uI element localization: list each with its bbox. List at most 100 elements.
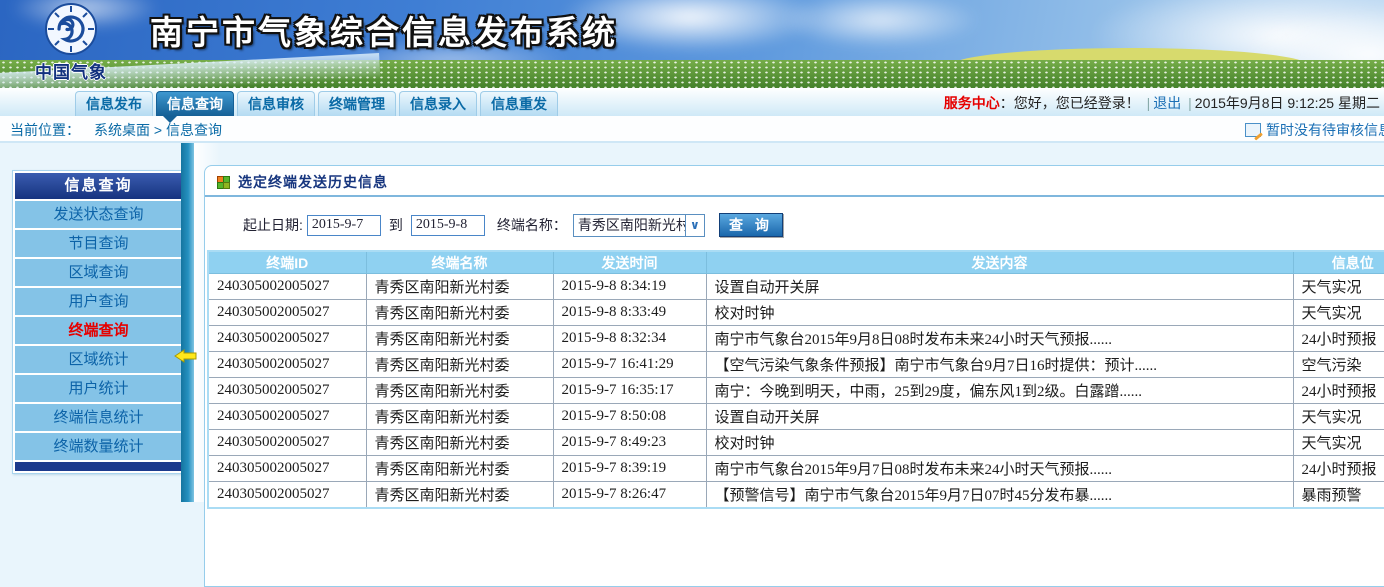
table-column-header: 终端名称	[366, 251, 553, 274]
logo-text: 中国气象	[28, 58, 114, 83]
table-cell: 天气实况	[1293, 274, 1384, 300]
table-cell: 天气实况	[1293, 404, 1384, 430]
table-row: 240305002005027青秀区南阳新光村委2015-9-7 16:35:1…	[208, 378, 1384, 404]
table-cell: 青秀区南阳新光村委	[366, 352, 553, 378]
table-cell: 2015-9-7 16:41:29	[553, 352, 706, 378]
nav-bar: 信息发布信息查询信息审核终端管理信息录入信息重发 服务中心：您好，您已经登录！ …	[0, 88, 1384, 116]
table-cell: 2015-9-7 8:49:23	[553, 430, 706, 456]
terminal-select-value: 青秀区南阳新光村委	[574, 215, 685, 235]
table-cell: 240305002005027	[208, 300, 366, 326]
sidebar-item[interactable]: 用户查询	[15, 288, 182, 315]
sidebar-item[interactable]: 终端查询	[15, 317, 182, 344]
table-cell: 2015-9-7 8:26:47	[553, 482, 706, 509]
collapse-sidebar-arrow-icon[interactable]	[174, 349, 200, 363]
service-center-label: 服务中心	[944, 95, 1000, 111]
breadcrumb-row: 当前位置： 系统桌面 > 信息查询 暂时没有待审核信息	[0, 116, 1384, 143]
table-cell: 240305002005027	[208, 352, 366, 378]
table-cell: 240305002005027	[208, 274, 366, 300]
terminal-name-label: 终端名称：	[497, 215, 567, 235]
to-label: 到	[389, 215, 403, 235]
nav-tab[interactable]: 信息重发	[480, 91, 558, 116]
table-cell: 青秀区南阳新光村委	[366, 378, 553, 404]
table-header-row: 终端ID终端名称发送时间发送内容信息位	[208, 251, 1384, 274]
main-area: 信息查询 发送状态查询节目查询区域查询用户查询终端查询区域统计用户统计终端信息统…	[0, 143, 1384, 502]
sidebar: 信息查询 发送状态查询节目查询区域查询用户查询终端查询区域统计用户统计终端信息统…	[12, 170, 185, 474]
audit-notice-text: 暂时没有待审核信息	[1266, 120, 1384, 140]
table-cell: 【空气污染气象条件预报】南宁市气象台9月7日16时提供：预计......	[706, 352, 1293, 378]
date-range-label: 起止日期:	[243, 215, 303, 235]
query-button[interactable]: 查 询	[719, 213, 783, 237]
user-info: 服务中心：您好，您已经登录！ |退出 |2015年9月8日 9:12:25 星期…	[944, 93, 1380, 113]
nav-tab[interactable]: 终端管理	[318, 91, 396, 116]
table-cell: 青秀区南阳新光村委	[366, 274, 553, 300]
table-cell: 空气污染	[1293, 352, 1384, 378]
nav-tabs: 信息发布信息查询信息审核终端管理信息录入信息重发	[75, 91, 558, 116]
table-cell: 青秀区南阳新光村委	[366, 430, 553, 456]
table-row: 240305002005027青秀区南阳新光村委2015-9-7 8:26:47…	[208, 482, 1384, 509]
table-cell: 校对时钟	[706, 300, 1293, 326]
nav-tab[interactable]: 信息查询	[156, 91, 234, 116]
table-cell: 2015-9-8 8:34:19	[553, 274, 706, 300]
separator: |	[1144, 95, 1154, 111]
audit-notice[interactable]: 暂时没有待审核信息	[1245, 120, 1384, 140]
sidebar-divider	[181, 143, 194, 502]
date-to-input[interactable]	[411, 215, 485, 236]
date-from-input[interactable]	[307, 215, 381, 236]
table-cell: 240305002005027	[208, 378, 366, 404]
system-title: 南宁市气象综合信息发布系统	[150, 6, 618, 54]
greeting-text: ：您好，您已经登录！	[1000, 95, 1140, 111]
table-cell: 青秀区南阳新光村委	[366, 326, 553, 352]
separator: |	[1185, 95, 1195, 111]
sidebar-item[interactable]: 用户统计	[15, 375, 182, 402]
sidebar-item[interactable]: 发送状态查询	[15, 201, 182, 228]
terminal-select[interactable]: 青秀区南阳新光村委 ∨	[573, 214, 705, 237]
cma-logo-icon	[42, 2, 100, 58]
table-cell: 南宁：今晚到明天，中雨，25到29度，偏东风1到2级。白露蹭......	[706, 378, 1293, 404]
sidebar-item[interactable]: 终端信息统计	[15, 404, 182, 431]
sidebar-item[interactable]: 区域统计	[15, 346, 182, 373]
query-form: 起止日期: 到 终端名称： 青秀区南阳新光村委 ∨ 查 询	[243, 213, 1384, 237]
table-row: 240305002005027青秀区南阳新光村委2015-9-7 16:41:2…	[208, 352, 1384, 378]
nav-tab[interactable]: 信息录入	[399, 91, 477, 116]
table-column-header: 信息位	[1293, 251, 1384, 274]
nav-tab[interactable]: 信息审核	[237, 91, 315, 116]
table-column-header: 终端ID	[208, 251, 366, 274]
table-cell: 设置自动开关屏	[706, 274, 1293, 300]
table-cell: 240305002005027	[208, 430, 366, 456]
table-cell: 2015-9-8 8:32:34	[553, 326, 706, 352]
table-cell: 青秀区南阳新光村委	[366, 456, 553, 482]
chevron-down-icon: ∨	[685, 215, 704, 236]
table-cell: 2015-9-7 8:50:08	[553, 404, 706, 430]
content-panel: 选定终端发送历史信息 起止日期: 到 终端名称： 青秀区南阳新光村委 ∨ 查 询…	[204, 165, 1384, 587]
logout-link[interactable]: 退出	[1153, 95, 1181, 111]
sidebar-item[interactable]: 节目查询	[15, 230, 182, 257]
sidebar-items: 发送状态查询节目查询区域查询用户查询终端查询区域统计用户统计终端信息统计终端数量…	[15, 201, 182, 460]
table-cell: 24小时预报	[1293, 378, 1384, 404]
table-cell: 设置自动开关屏	[706, 404, 1293, 430]
sidebar-item[interactable]: 终端数量统计	[15, 433, 182, 460]
table-row: 240305002005027青秀区南阳新光村委2015-9-7 8:50:08…	[208, 404, 1384, 430]
breadcrumb: 当前位置： 系统桌面 > 信息查询	[10, 120, 222, 140]
table-cell: 暴雨预警	[1293, 482, 1384, 509]
table-cell: 2015-9-7 8:39:19	[553, 456, 706, 482]
table-cell: 24小时预报	[1293, 326, 1384, 352]
cloud-decoration	[780, 0, 980, 48]
table-cell: 240305002005027	[208, 326, 366, 352]
sidebar-title: 信息查询	[15, 173, 182, 199]
table-row: 240305002005027青秀区南阳新光村委2015-9-8 8:32:34…	[208, 326, 1384, 352]
table-cell: 240305002005027	[208, 404, 366, 430]
table-cell: 南宁市气象台2015年9月8日08时发布未来24小时天气预报......	[706, 326, 1293, 352]
location-label: 当前位置：	[10, 122, 80, 138]
table-row: 240305002005027青秀区南阳新光村委2015-9-7 8:49:23…	[208, 430, 1384, 456]
nav-tab[interactable]: 信息发布	[75, 91, 153, 116]
table-column-header: 发送时间	[553, 251, 706, 274]
table-cell: 天气实况	[1293, 300, 1384, 326]
sidebar-item[interactable]: 区域查询	[15, 259, 182, 286]
breadcrumb-path[interactable]: 系统桌面 > 信息查询	[94, 122, 222, 138]
history-table: 终端ID终端名称发送时间发送内容信息位 240305002005027青秀区南阳…	[207, 250, 1384, 509]
table-cell: 240305002005027	[208, 482, 366, 509]
banner: 中国气象 南宁市气象综合信息发布系统	[0, 0, 1384, 88]
table-cell: 240305002005027	[208, 456, 366, 482]
table-row: 240305002005027青秀区南阳新光村委2015-9-7 8:39:19…	[208, 456, 1384, 482]
table-cell: 2015-9-8 8:33:49	[553, 300, 706, 326]
